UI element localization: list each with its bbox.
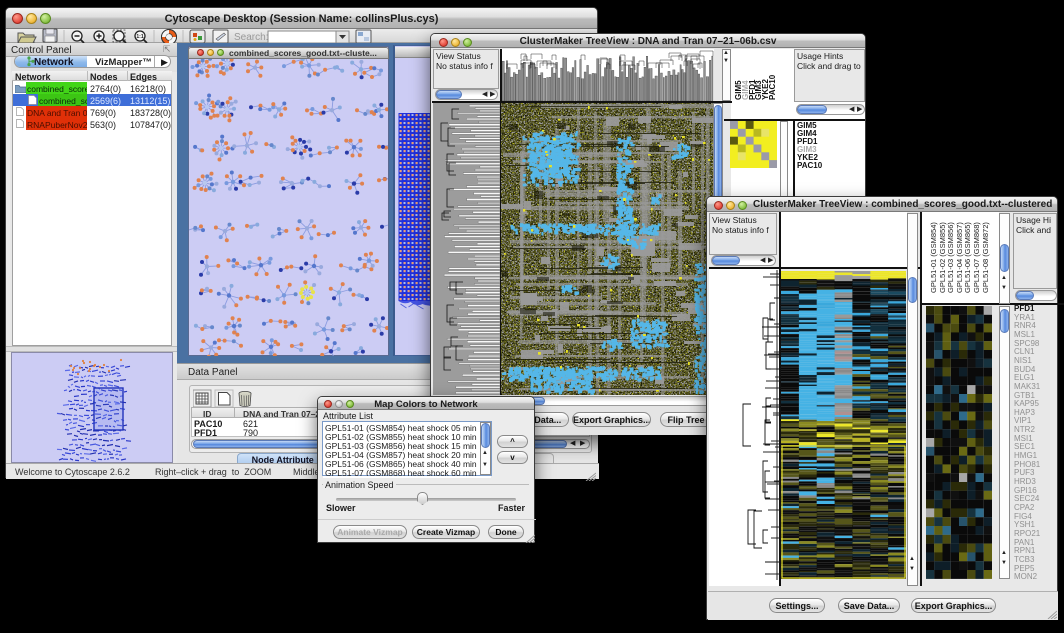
svg-text:1:1: 1:1 <box>136 34 143 40</box>
svg-text:Search:: Search: <box>234 32 268 43</box>
